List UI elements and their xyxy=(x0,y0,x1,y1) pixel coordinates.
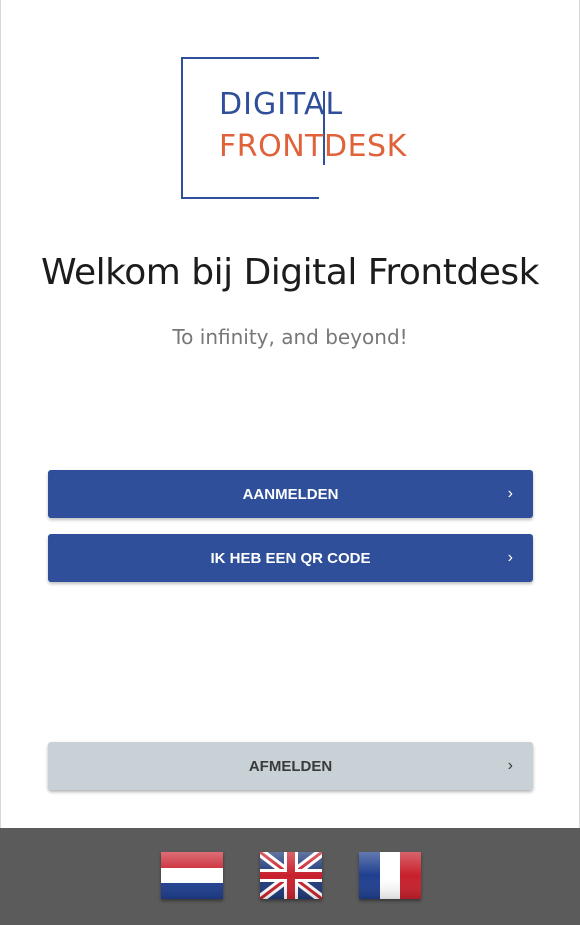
afmelden-button-label: AFMELDEN xyxy=(248,757,333,775)
language-footer xyxy=(0,828,580,925)
afmelden-button[interactable]: AFMELDEN › xyxy=(48,742,533,790)
dutch-flag-icon[interactable] xyxy=(161,852,223,899)
french-flag-icon[interactable] xyxy=(359,852,421,899)
digital-frontdesk-logo: DIGITAL FRONTDESK xyxy=(181,57,406,201)
chevron-right-icon: › xyxy=(507,485,513,502)
chevron-right-icon: › xyxy=(507,757,513,774)
aanmelden-button-label: AANMELDEN xyxy=(242,485,339,503)
qr-code-button-label: IK HEB EEN QR CODE xyxy=(210,549,371,567)
welcome-title: Welkom bij Digital Frontdesk xyxy=(41,252,539,293)
logo-text-digital: DIGITAL xyxy=(219,87,344,122)
logo-text-frontdesk: FRONTDESK xyxy=(219,129,407,164)
uk-flag-icon[interactable] xyxy=(260,852,322,899)
chevron-right-icon: › xyxy=(507,549,513,566)
welcome-subtitle: To infinity, and beyond! xyxy=(172,325,408,349)
logo-frame xyxy=(181,57,325,199)
qr-code-button[interactable]: IK HEB EEN QR CODE › xyxy=(48,534,533,582)
aanmelden-button[interactable]: AANMELDEN › xyxy=(48,470,533,518)
